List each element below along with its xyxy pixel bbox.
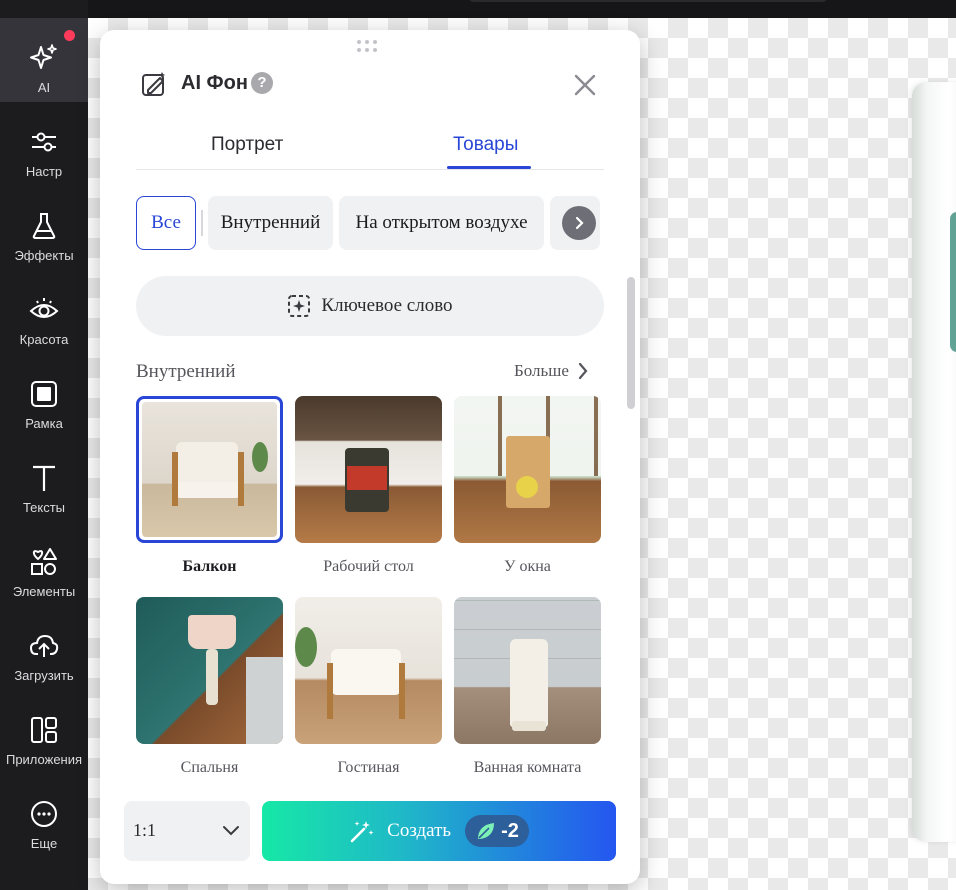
drag-handle-icon[interactable]	[357, 40, 383, 54]
balcony-image	[142, 402, 277, 537]
upload-cloud-icon	[26, 628, 62, 664]
product-image[interactable]	[912, 82, 956, 842]
section-title: Внутренний	[136, 361, 236, 382]
more-link[interactable]: Больше	[514, 361, 589, 381]
keyword-button[interactable]: Ключевое слово	[136, 276, 604, 336]
help-icon[interactable]: ?	[251, 72, 273, 94]
credit-cost: -2	[501, 819, 519, 842]
sidebar-item-more[interactable]: Еще	[0, 774, 88, 858]
sidebar-item-upload[interactable]: Загрузить	[0, 606, 88, 690]
chip-all[interactable]: Все	[136, 196, 196, 250]
more-icon	[26, 796, 62, 832]
chips-scroll-right-button[interactable]	[550, 196, 600, 250]
living-room-image	[295, 597, 442, 744]
thumbnail-caption: Ванная комната	[473, 759, 582, 776]
sparkle-icon	[26, 40, 62, 76]
chip-outdoor[interactable]: На открытом воздухе	[339, 196, 544, 250]
thumbnail-caption: У окна	[504, 558, 551, 575]
tab-products[interactable]: Товары	[453, 134, 518, 156]
chip-indoor[interactable]: Внутренний	[208, 196, 333, 250]
flask-icon	[26, 208, 62, 244]
sidebar-item-effects[interactable]: Эффекты	[0, 186, 88, 270]
sidebar-item-label: Приложения	[5, 752, 83, 767]
thumbnail-living-room[interactable]	[295, 597, 442, 744]
category-tabs: Портрет Товары	[136, 122, 604, 170]
thumbnail-bathroom[interactable]	[454, 597, 601, 744]
sidebar-item-elements[interactable]: Элементы	[0, 522, 88, 606]
sidebar-item-label: Рамка	[25, 416, 63, 431]
thumbnail-caption: Спальня	[180, 759, 239, 776]
sidebar-item-beauty[interactable]: Красота	[0, 270, 88, 354]
desk-image	[295, 396, 442, 543]
sidebar-item-ai[interactable]: AI	[0, 18, 88, 102]
aspect-ratio-value: 1:1	[133, 820, 157, 840]
thumbnail-balcony[interactable]	[136, 396, 283, 543]
chevron-down-icon	[223, 826, 239, 836]
thumbnail-caption: Рабочий стол	[323, 558, 414, 575]
active-tab-indicator	[447, 166, 531, 169]
sidebar-item-settings[interactable]: Настр	[0, 102, 88, 186]
leaf-icon	[478, 823, 495, 839]
thumbnail-window[interactable]	[454, 396, 601, 543]
thumbnail-desk[interactable]	[295, 396, 442, 543]
sidebar-item-label: Настр	[25, 164, 63, 179]
window-image	[454, 396, 601, 543]
magic-wand-icon	[350, 821, 374, 843]
sidebar-item-label: Еще	[30, 836, 58, 851]
sidebar-item-label: Красота	[19, 332, 69, 347]
create-label: Создать	[387, 820, 452, 841]
sidebar-item-apps[interactable]: Приложения	[0, 690, 88, 774]
panel-scrollbar[interactable]	[627, 277, 635, 409]
sidebar-item-label: Загрузить	[14, 668, 74, 683]
frame-icon	[26, 376, 62, 412]
sidebar-item-label: Элементы	[12, 584, 76, 599]
top-bar	[88, 0, 956, 18]
edit-image-icon	[140, 70, 168, 98]
panel-title: AI Фон	[181, 72, 248, 94]
sidebar-item-frame[interactable]: Рамка	[0, 354, 88, 438]
bathroom-image	[454, 597, 601, 744]
aspect-ratio-select[interactable]: 1:1	[124, 801, 250, 861]
sliders-icon	[26, 124, 62, 160]
bedroom-image	[136, 597, 283, 744]
top-pill[interactable]	[468, 0, 828, 2]
credit-cost-badge: -2	[465, 815, 529, 847]
sidebar-item-label: AI	[37, 80, 51, 95]
eye-icon	[26, 292, 62, 328]
keyword-sparkle-icon	[288, 295, 311, 317]
chip-divider	[201, 210, 203, 236]
sidebar-item-texts[interactable]: Тексты	[0, 438, 88, 522]
ai-background-panel: AI Фон ? Портрет Товары Все Внутренний Н…	[100, 30, 640, 884]
chevron-right-icon	[562, 206, 596, 240]
more-label: Больше	[514, 361, 569, 380]
chevron-right-icon	[578, 362, 588, 380]
apps-icon	[26, 712, 62, 748]
text-icon	[26, 460, 62, 496]
thumbnail-bedroom[interactable]	[136, 597, 283, 744]
sidebar: AI Настр Эффекты Красота Рамка Тексты Эл…	[0, 0, 88, 890]
sidebar-item-label: Тексты	[22, 500, 66, 515]
tab-portrait[interactable]: Портрет	[211, 134, 283, 156]
thumbnail-caption: Гостиная	[337, 759, 400, 776]
keyword-label: Ключевое слово	[321, 295, 453, 316]
notification-dot	[64, 30, 75, 41]
create-button[interactable]: Создать -2	[262, 801, 616, 861]
sidebar-item-label: Эффекты	[14, 248, 74, 263]
close-icon[interactable]	[570, 70, 600, 100]
shapes-icon	[26, 544, 62, 580]
thumbnail-caption: Балкон	[182, 558, 237, 575]
